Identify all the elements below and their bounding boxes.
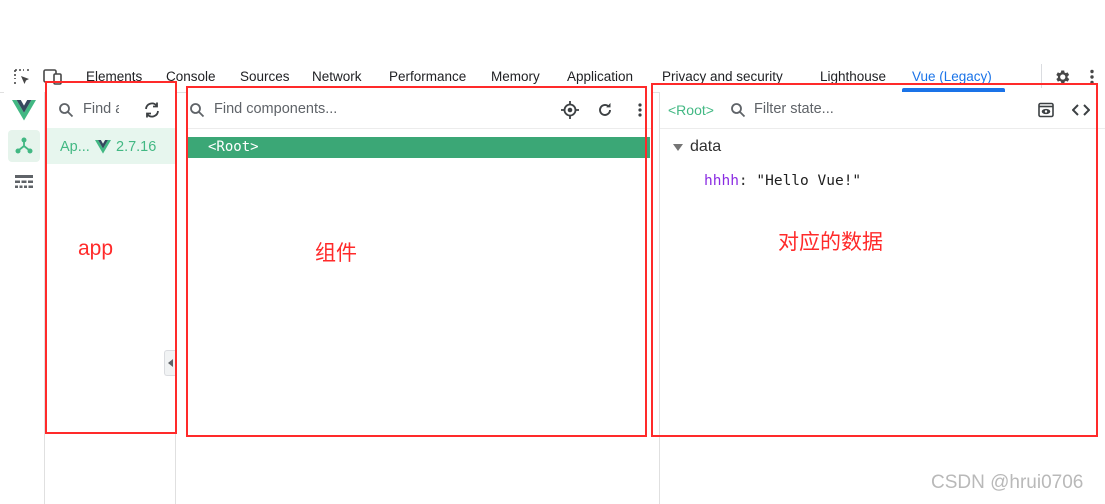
tab-vue-legacy[interactable]: Vue (Legacy) — [912, 69, 992, 84]
vue-logo-icon — [8, 94, 40, 126]
tab-performance[interactable]: Performance — [389, 69, 466, 84]
inspect-element-icon[interactable] — [12, 67, 32, 87]
annotation-label-components: 组件 — [315, 242, 357, 265]
watermark: CSDN @hrui0706 — [931, 472, 1084, 493]
component-tree-icon[interactable] — [8, 130, 40, 162]
tab-network[interactable]: Network — [312, 69, 362, 84]
tab-sources[interactable]: Sources — [240, 69, 290, 84]
annotation-box-data — [651, 83, 1098, 437]
annotation-box-components — [186, 86, 647, 437]
annotation-label-data: 对应的数据 — [778, 231, 883, 254]
tab-privacy[interactable]: Privacy and security — [662, 69, 783, 84]
annotation-label-app: app — [78, 237, 114, 260]
vue-side-rail — [4, 92, 45, 504]
tab-memory[interactable]: Memory — [491, 69, 540, 84]
tab-lighthouse[interactable]: Lighthouse — [820, 69, 886, 84]
tab-application[interactable]: Application — [567, 69, 633, 84]
timeline-icon[interactable] — [8, 166, 40, 198]
